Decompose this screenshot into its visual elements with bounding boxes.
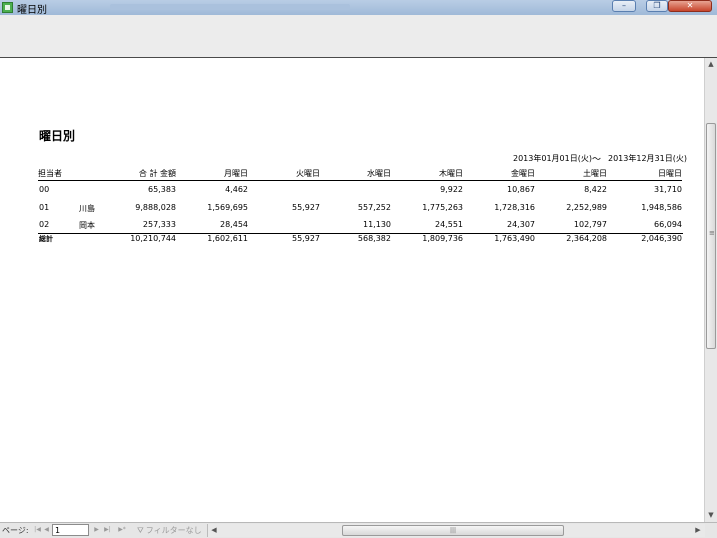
row-thursday: 1,775,263 (422, 203, 463, 212)
page-label: ページ: (2, 526, 29, 535)
vertical-scrollbar[interactable]: ▲ ≡ ▼ (704, 58, 717, 522)
report-page: 曜日別 2013年01月01日(火) ～ 2013年12月31日(火) 担当者 … (0, 58, 704, 522)
row-sunday: 1,948,586 (641, 203, 682, 212)
table-row: 01 川島 9,888,028 1,569,695 55,927 557,252… (0, 203, 704, 215)
row-thursday: 24,551 (435, 220, 463, 229)
totals-total: 10,210,744 (130, 234, 176, 243)
header-monday: 月曜日 (224, 169, 248, 178)
filter-icon: ⛛ (137, 526, 144, 535)
row-monday: 4,462 (225, 185, 248, 194)
row-friday: 10,867 (507, 185, 535, 194)
first-page-icon[interactable]: |◀ (33, 525, 42, 535)
period-separator: ～ (592, 155, 602, 165)
row-monday: 28,454 (220, 220, 248, 229)
row-saturday: 102,797 (573, 220, 607, 229)
filter-label: フィルターなし (145, 526, 202, 535)
row-code: 02 (39, 220, 50, 229)
scroll-right-arrow-icon[interactable]: ▶ (692, 524, 704, 536)
period-to: 2013年12月31日(火) (608, 154, 687, 163)
report-header-band (0, 15, 717, 58)
row-thursday: 9,922 (440, 185, 463, 194)
row-code: 00 (39, 185, 50, 194)
table-header-row: 担当者 合 計 金額 月曜日 火曜日 水曜日 木曜日 金曜日 土曜日 日曜日 (38, 168, 682, 181)
row-sunday: 66,094 (654, 220, 682, 229)
row-saturday: 8,422 (584, 185, 607, 194)
scroll-up-arrow-icon[interactable]: ▲ (705, 58, 717, 70)
page-number-input[interactable] (52, 524, 89, 536)
row-total: 65,383 (148, 185, 176, 194)
row-total: 257,333 (142, 220, 176, 229)
totals-row: 総計 10,210,744 1,602,611 55,927 568,382 1… (0, 234, 704, 246)
row-sunday: 31,710 (654, 185, 682, 194)
totals-tuesday: 55,927 (292, 234, 320, 243)
window-title-bar[interactable]: 曜日別 – ❐ ✕ (0, 0, 717, 16)
period-from: 2013年01月01日(火) (513, 154, 592, 163)
horizontal-scrollbar[interactable]: ◀ ||| ▶ (207, 524, 705, 537)
report-app-icon (2, 2, 13, 13)
totals-thursday: 1,809,736 (422, 234, 463, 243)
filter-indicator[interactable]: ⛛ フィルターなし (137, 525, 202, 536)
last-page-icon[interactable]: ▶| (103, 525, 112, 535)
header-tuesday: 火曜日 (296, 169, 320, 178)
totals-wednesday: 568,382 (357, 234, 391, 243)
row-tuesday: 55,927 (292, 203, 320, 212)
row-code: 01 (39, 203, 50, 212)
vertical-scroll-thumb[interactable]: ≡ (706, 123, 716, 349)
header-thursday: 木曜日 (439, 169, 463, 178)
row-friday: 1,728,316 (494, 203, 535, 212)
scroll-left-arrow-icon[interactable]: ◀ (208, 524, 220, 536)
close-button[interactable]: ✕ (668, 0, 712, 12)
minimize-button[interactable]: – (612, 0, 636, 12)
header-sunday: 日曜日 (658, 169, 682, 178)
window-title: 曜日別 (17, 5, 47, 16)
header-wednesday: 水曜日 (367, 169, 391, 178)
row-wednesday: 557,252 (357, 203, 391, 212)
totals-label: 総計 (39, 235, 53, 243)
restore-button[interactable]: ❐ (646, 0, 668, 12)
row-friday: 24,307 (507, 220, 535, 229)
totals-saturday: 2,364,208 (566, 234, 607, 243)
status-bar: ページ: |◀ ◀ ▶ ▶| ▶* ⛛フィルターなし ◀ ||| ▶ (0, 522, 717, 538)
row-name: 岡本 (79, 221, 95, 230)
report-title: 曜日別 (39, 129, 76, 143)
table-row: 00 65,383 4,462 9,922 10,867 8,422 31,71… (0, 185, 704, 197)
totals-friday: 1,763,490 (494, 234, 535, 243)
row-saturday: 2,252,989 (566, 203, 607, 212)
blurred-title-area (110, 4, 350, 10)
row-total: 9,888,028 (135, 203, 176, 212)
row-wednesday: 11,130 (363, 220, 391, 229)
row-monday: 1,569,695 (207, 203, 248, 212)
scroll-down-arrow-icon[interactable]: ▼ (705, 509, 717, 521)
totals-monday: 1,602,611 (207, 234, 248, 243)
table-row: 02 岡本 257,333 28,454 11,130 24,551 24,30… (0, 220, 704, 232)
prev-page-icon[interactable]: ◀ (42, 525, 51, 535)
totals-sunday: 2,046,390 (641, 234, 682, 243)
row-name: 川島 (79, 204, 95, 213)
header-friday: 金曜日 (511, 169, 535, 178)
header-staff: 担当者 (38, 169, 62, 178)
header-saturday: 土曜日 (583, 169, 607, 178)
grip-icon: ≡ (709, 229, 715, 237)
header-total: 合 計 金額 (138, 169, 176, 178)
next-page-icon[interactable]: ▶ (92, 525, 101, 535)
new-record-icon[interactable]: ▶* (116, 525, 128, 535)
horizontal-scroll-thumb[interactable]: ||| (342, 525, 564, 536)
